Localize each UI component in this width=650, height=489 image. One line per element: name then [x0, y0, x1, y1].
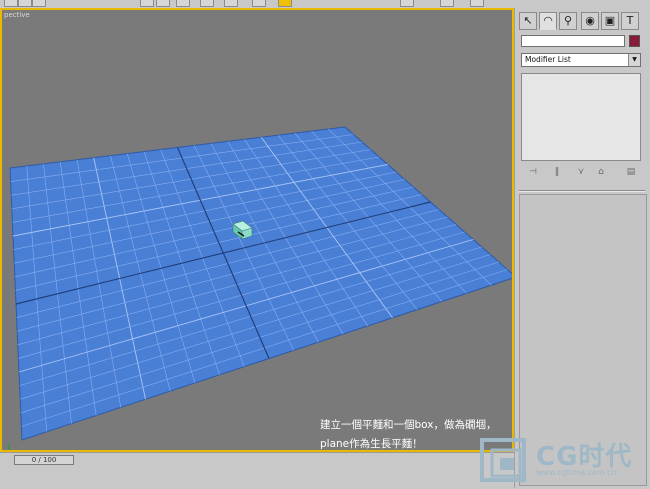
chevron-down-icon[interactable]: ▼: [628, 54, 640, 66]
time-slider[interactable]: 0 / 100: [14, 455, 74, 465]
toolbar-button[interactable]: [156, 0, 170, 7]
viewport-label[interactable]: pective: [4, 11, 30, 19]
configure-sets-icon[interactable]: ▤: [625, 166, 637, 178]
toolbar-button[interactable]: [252, 0, 266, 7]
create-tab-icon[interactable]: ↖: [519, 12, 537, 30]
display-tab-icon[interactable]: ▣: [601, 12, 619, 30]
perspective-viewport[interactable]: pective 建立一個平麵和一個box，做為礀堌， plane作為生長平麵！: [0, 8, 514, 452]
modify-tab-icon[interactable]: ◠: [539, 12, 557, 30]
stack-tools: ⊣ ‖ ⋎ ⌂ ▤: [521, 166, 641, 180]
remove-modifier-icon[interactable]: ⌂: [595, 166, 607, 178]
make-unique-icon[interactable]: ⋎: [575, 166, 587, 178]
object-name-field[interactable]: [521, 35, 625, 47]
modifier-list-label: Modifier List: [525, 55, 571, 64]
toolbar-button[interactable]: [440, 0, 454, 7]
modifier-stack[interactable]: [521, 73, 641, 161]
toolbar-button-active[interactable]: [278, 0, 292, 7]
toolbar-button[interactable]: [176, 0, 190, 7]
toolbar-button[interactable]: [470, 0, 484, 7]
toolbar-button[interactable]: [4, 0, 18, 7]
toolbar-button[interactable]: [32, 0, 46, 7]
axis-gizmo-icon: [8, 444, 10, 450]
pin-stack-icon[interactable]: ⊣: [527, 166, 539, 178]
show-end-result-icon[interactable]: ‖: [551, 166, 563, 178]
modifier-list-dropdown[interactable]: Modifier List ▼: [521, 53, 641, 67]
utilities-tab-icon[interactable]: T: [621, 12, 639, 30]
divider: [519, 190, 645, 192]
timeline-bar: 0 / 100: [0, 452, 514, 489]
watermark-url: www.cgtime.com.cn: [536, 468, 617, 477]
toolbar-button[interactable]: [18, 0, 32, 7]
toolbar-button[interactable]: [140, 0, 154, 7]
toolbar-button[interactable]: [200, 0, 214, 7]
watermark: CG时代 www.cgtime.com.cn: [478, 434, 650, 488]
hierarchy-tab-icon[interactable]: ⚲: [559, 12, 577, 30]
toolbar-button[interactable]: [400, 0, 414, 7]
toolbar-button[interactable]: [224, 0, 238, 7]
command-panel: ↖ ◠ ⚲ ◉ ▣ T Modifier List ▼ ⊣ ‖ ⋎ ⌂ ▤: [514, 8, 650, 488]
caption-line-1: 建立一個平麵和一個box，做為礀堌，: [320, 419, 497, 431]
object-color-swatch[interactable]: [629, 35, 640, 47]
motion-tab-icon[interactable]: ◉: [581, 12, 599, 30]
cgtime-logo-icon: [480, 438, 526, 482]
scene-render[interactable]: [2, 10, 512, 450]
